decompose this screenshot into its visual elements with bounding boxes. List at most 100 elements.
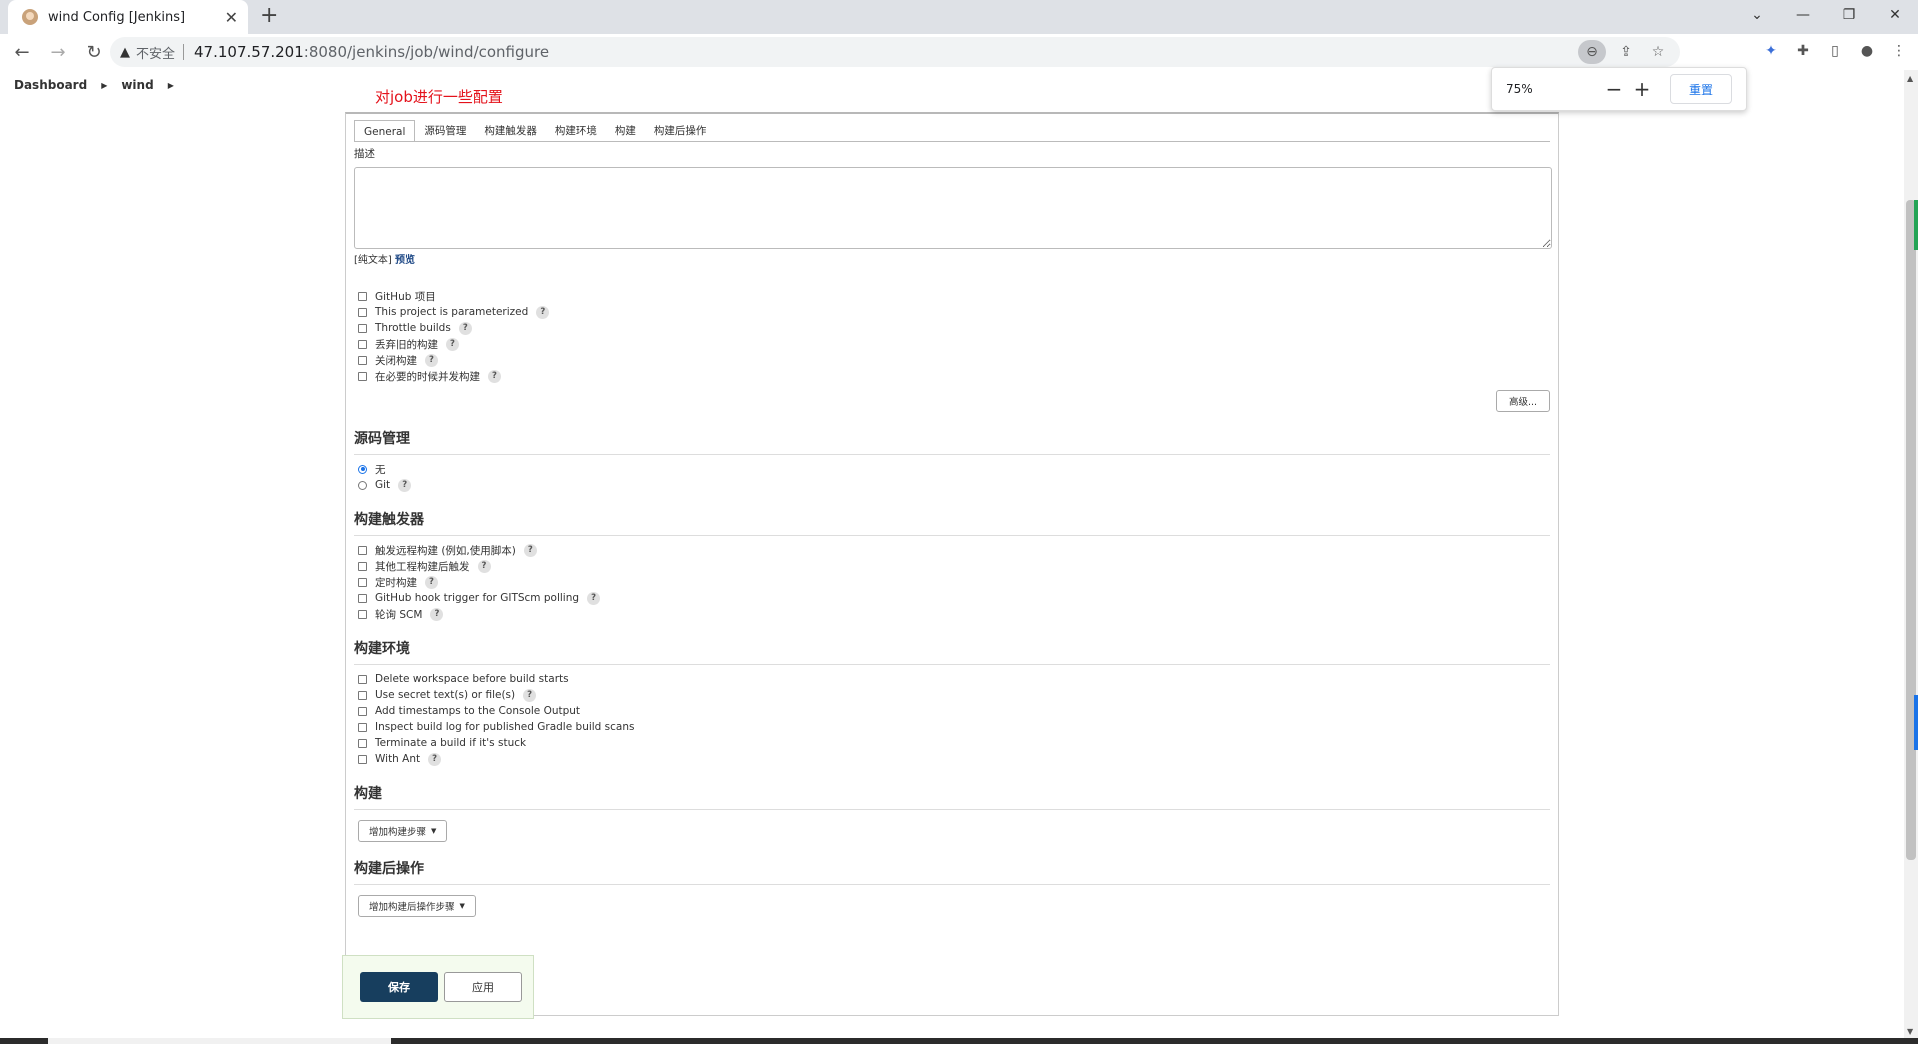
checkbox[interactable] bbox=[358, 307, 367, 317]
breadcrumb-dashboard[interactable]: Dashboard bbox=[14, 78, 87, 92]
help-icon[interactable]: ? bbox=[398, 478, 412, 492]
scroll-down-arrow-icon[interactable]: ▼ bbox=[1907, 1027, 1913, 1036]
minimize-icon[interactable]: — bbox=[1780, 0, 1826, 30]
help-icon[interactable]: ? bbox=[446, 337, 459, 351]
help-icon[interactable]: ? bbox=[425, 575, 438, 589]
breadcrumb-job[interactable]: wind bbox=[121, 78, 153, 92]
help-icon[interactable]: ? bbox=[477, 559, 491, 573]
back-arrow-icon[interactable]: ← bbox=[8, 38, 36, 66]
checkbox[interactable] bbox=[358, 722, 367, 732]
warning-triangle-icon[interactable]: ▲ bbox=[120, 45, 130, 60]
tab-close-icon[interactable]: ✕ bbox=[225, 8, 238, 27]
help-icon[interactable]: ? bbox=[458, 321, 472, 335]
checkbox[interactable] bbox=[358, 609, 367, 619]
zoom-magnifier-icon[interactable]: ⊖ bbox=[1578, 40, 1606, 64]
checkbox[interactable] bbox=[358, 754, 367, 764]
general-option-row[interactable]: This project is parameterized? bbox=[354, 304, 1550, 320]
trigger-option-row[interactable]: 定时构建? bbox=[354, 574, 1550, 590]
forward-arrow-icon[interactable]: → bbox=[44, 38, 72, 66]
tab-environment[interactable]: 构建环境 bbox=[546, 120, 606, 142]
new-tab-button[interactable]: + bbox=[260, 3, 278, 28]
browser-tab[interactable]: wind Config [Jenkins] ✕ bbox=[8, 0, 248, 34]
help-icon[interactable]: ? bbox=[523, 543, 537, 557]
url-text[interactable]: 47.107.57.201:8080/jenkins/job/wind/conf… bbox=[194, 43, 549, 61]
checkbox[interactable] bbox=[358, 577, 367, 587]
checkbox[interactable] bbox=[358, 706, 367, 716]
help-icon[interactable]: ? bbox=[425, 353, 438, 367]
share-icon[interactable]: ⇪ bbox=[1614, 40, 1638, 64]
tab-search-chevron-icon[interactable]: ⌄ bbox=[1734, 0, 1780, 30]
side-panel-icon[interactable]: ▯ bbox=[1822, 38, 1848, 64]
tab-post-build[interactable]: 构建后操作 bbox=[645, 120, 716, 142]
checkbox[interactable] bbox=[358, 561, 367, 571]
tab-scm[interactable]: 源码管理 bbox=[415, 120, 475, 142]
preview-link[interactable]: 预览 bbox=[395, 255, 415, 266]
scrollbar-thumb[interactable] bbox=[1906, 200, 1916, 860]
general-option-row[interactable]: 丢弃旧的构建? bbox=[354, 336, 1550, 352]
profile-avatar-icon[interactable]: ● bbox=[1854, 38, 1880, 64]
help-icon[interactable]: ? bbox=[536, 305, 550, 319]
security-label[interactable]: 不安全 bbox=[136, 43, 175, 62]
zoom-in-button[interactable]: + bbox=[1628, 77, 1656, 101]
checkbox[interactable] bbox=[358, 291, 367, 301]
restore-icon[interactable]: ❐ bbox=[1826, 0, 1872, 30]
option-label: Git bbox=[375, 479, 391, 491]
checkbox[interactable] bbox=[358, 593, 367, 603]
radio-button[interactable] bbox=[358, 480, 367, 490]
trigger-option-row[interactable]: 其他工程构建后触发? bbox=[354, 558, 1550, 574]
trigger-option-row[interactable]: GitHub hook trigger for GITScm polling? bbox=[354, 590, 1550, 606]
trigger-option-row[interactable]: 轮询 SCM? bbox=[354, 606, 1550, 622]
help-icon[interactable]: ? bbox=[430, 607, 444, 621]
env-option-row[interactable]: Terminate a build if it's stuck bbox=[354, 735, 1550, 751]
help-icon[interactable]: ? bbox=[428, 752, 442, 766]
browser-menu-icon[interactable]: ⋮ bbox=[1886, 38, 1912, 64]
env-option-row[interactable]: Add timestamps to the Console Output bbox=[354, 703, 1550, 719]
scm-options: 无 Git? bbox=[354, 461, 1550, 493]
add-build-step-button[interactable]: 增加构建步骤 ▼ bbox=[358, 820, 448, 842]
env-option-row[interactable]: With Ant? bbox=[354, 751, 1550, 767]
env-option-row[interactable]: Use secret text(s) or file(s)? bbox=[354, 687, 1550, 703]
window-close-icon[interactable]: ✕ bbox=[1872, 0, 1918, 30]
bookmark-star-icon[interactable]: ☆ bbox=[1646, 40, 1670, 64]
description-textarea[interactable] bbox=[354, 167, 1552, 249]
checkbox[interactable] bbox=[358, 674, 367, 684]
zoom-out-button[interactable]: − bbox=[1600, 77, 1628, 101]
help-icon[interactable]: ? bbox=[523, 688, 537, 702]
option-label: 定时构建 bbox=[375, 576, 417, 589]
checkbox[interactable] bbox=[358, 355, 367, 365]
checkbox[interactable] bbox=[358, 738, 367, 748]
scm-option-git[interactable]: Git? bbox=[354, 477, 1550, 493]
config-tabs: General 源码管理 构建触发器 构建环境 构建 构建后操作 bbox=[354, 120, 715, 142]
general-option-row[interactable]: 在必要的时候并发构建? bbox=[354, 368, 1550, 384]
extension-bird-icon[interactable]: ✦ bbox=[1758, 38, 1784, 64]
trigger-option-row[interactable]: 触发远程构建 (例如,使用脚本)? bbox=[354, 542, 1550, 558]
checkbox[interactable] bbox=[358, 690, 367, 700]
add-post-build-step-button[interactable]: 增加构建后操作步骤 ▼ bbox=[358, 895, 476, 917]
checkbox[interactable] bbox=[358, 323, 367, 333]
help-icon[interactable]: ? bbox=[587, 591, 601, 605]
tab-build[interactable]: 构建 bbox=[606, 120, 645, 142]
tab-general[interactable]: General bbox=[354, 120, 416, 142]
breadcrumb-arrow-icon[interactable]: ▶ bbox=[101, 81, 107, 90]
address-bar[interactable]: ▲ 不安全 47.107.57.201:8080/jenkins/job/win… bbox=[110, 37, 1680, 67]
reload-icon[interactable]: ↻ bbox=[80, 38, 108, 66]
breadcrumb-arrow-icon[interactable]: ▶ bbox=[168, 81, 174, 90]
advanced-button[interactable]: 高级... bbox=[1496, 390, 1550, 412]
radio-button[interactable] bbox=[358, 464, 367, 474]
scroll-up-arrow-icon[interactable]: ▲ bbox=[1907, 74, 1913, 83]
general-option-row[interactable]: Throttle builds? bbox=[354, 320, 1550, 336]
save-button[interactable]: 保存 bbox=[360, 972, 438, 1002]
checkbox[interactable] bbox=[358, 339, 367, 349]
extensions-puzzle-icon[interactable]: ✚ bbox=[1790, 38, 1816, 64]
zoom-reset-button[interactable]: 重置 bbox=[1670, 74, 1732, 104]
help-icon[interactable]: ? bbox=[488, 369, 501, 383]
scm-option-none[interactable]: 无 bbox=[354, 461, 1550, 477]
env-option-row[interactable]: Delete workspace before build starts bbox=[354, 671, 1550, 687]
general-option-row[interactable]: GitHub 项目 bbox=[354, 288, 1550, 304]
checkbox[interactable] bbox=[358, 545, 367, 555]
env-option-row[interactable]: Inspect build log for published Gradle b… bbox=[354, 719, 1550, 735]
general-option-row[interactable]: 关闭构建? bbox=[354, 352, 1550, 368]
apply-button[interactable]: 应用 bbox=[444, 972, 522, 1002]
tab-triggers[interactable]: 构建触发器 bbox=[475, 120, 546, 142]
checkbox[interactable] bbox=[358, 371, 367, 381]
